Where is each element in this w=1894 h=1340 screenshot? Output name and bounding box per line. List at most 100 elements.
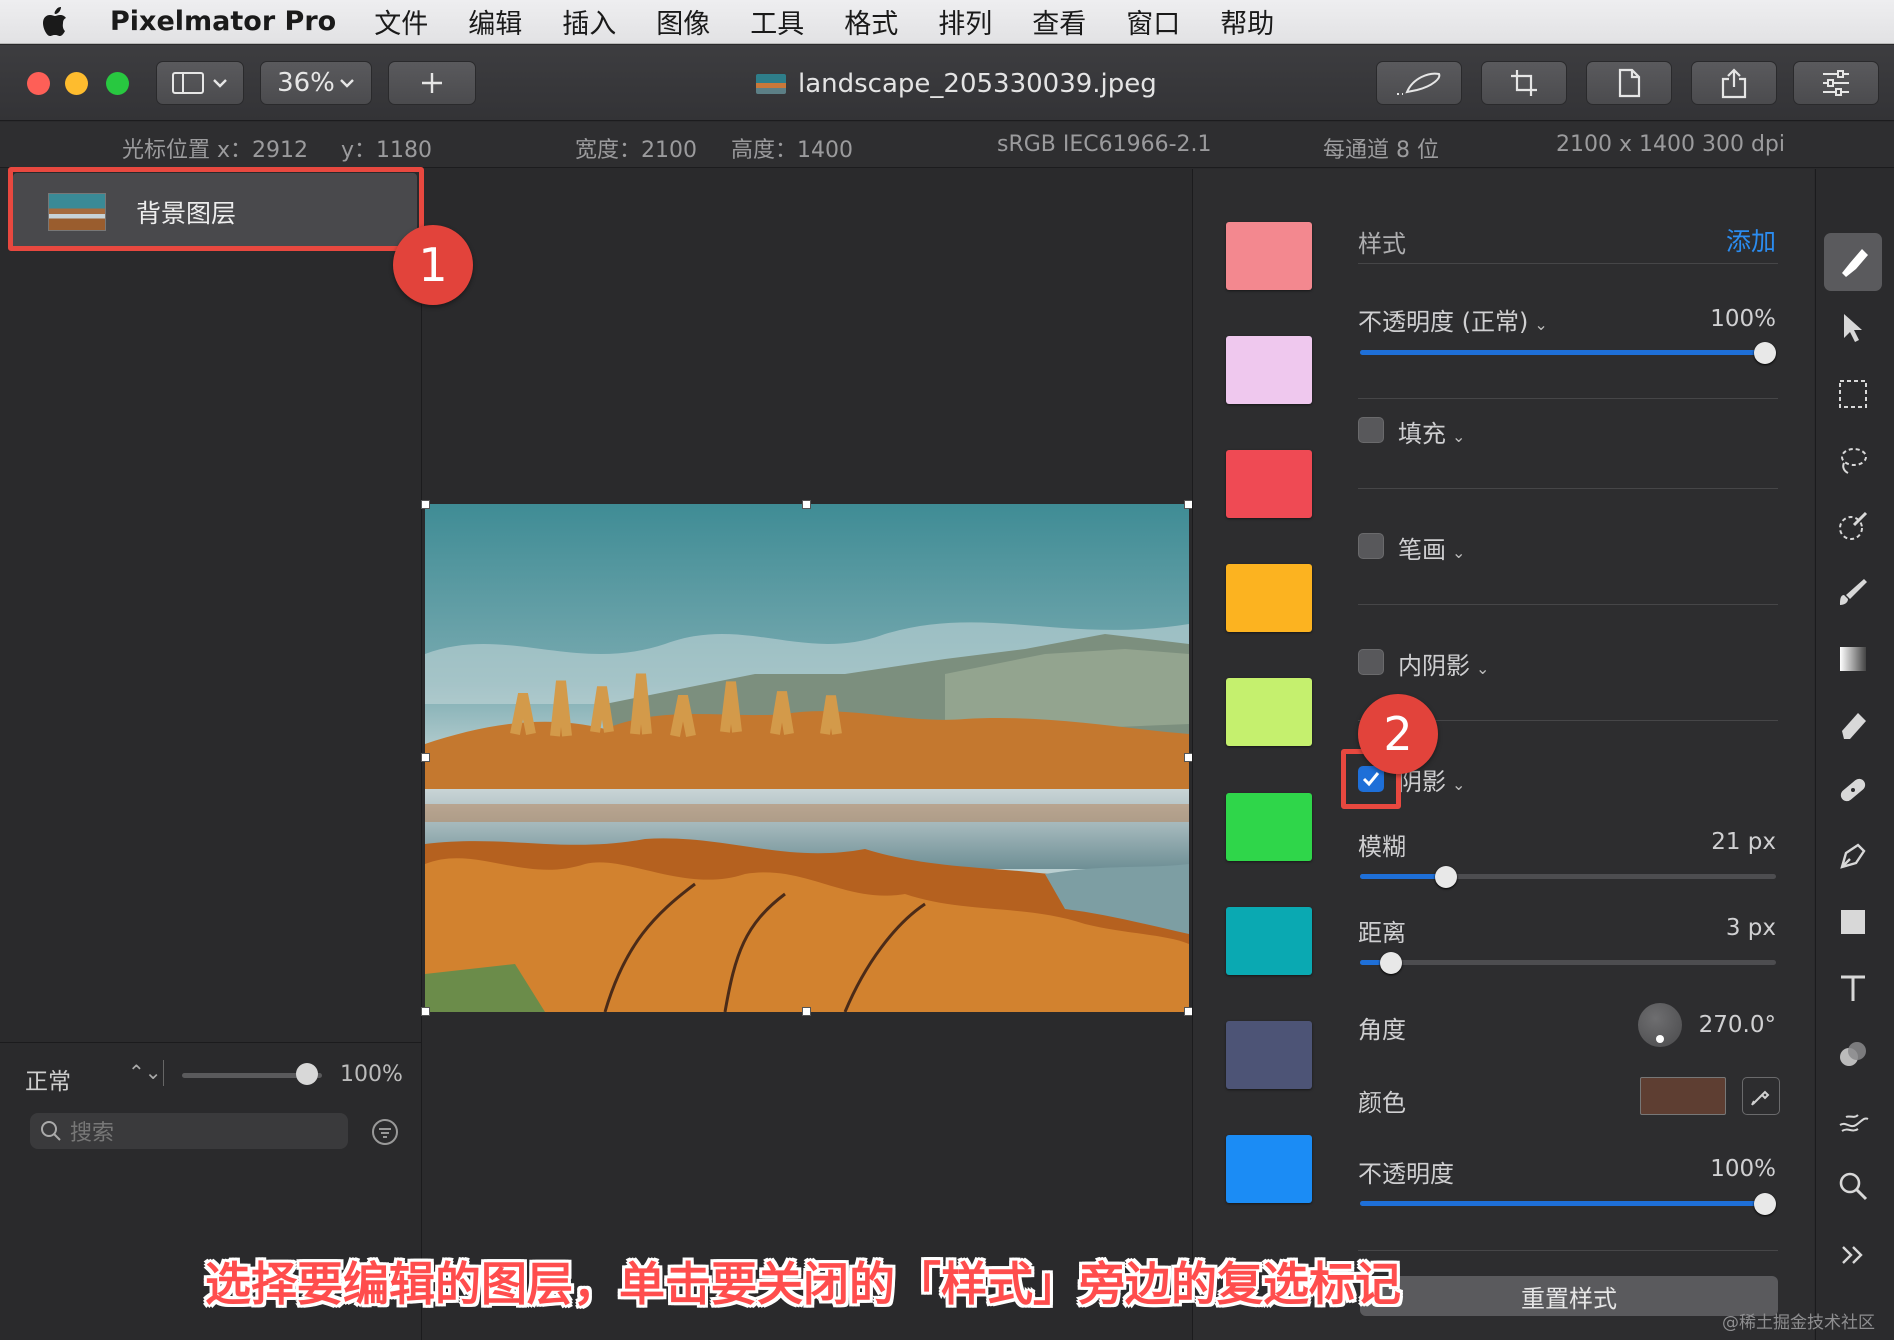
add-style-button[interactable]: 添加	[1726, 222, 1776, 258]
resize-handle[interactable]	[421, 753, 430, 762]
retouch-tool[interactable]	[1824, 761, 1882, 819]
style-tool[interactable]	[1824, 233, 1882, 291]
fill-dropdown[interactable]: 填充 ⌄	[1398, 414, 1465, 449]
shadow-color-well[interactable]	[1640, 1077, 1726, 1115]
opacity-slider-knob[interactable]	[1754, 342, 1776, 364]
menu-image[interactable]: 图像	[656, 2, 710, 41]
annotation-badge-2: 2	[1358, 694, 1438, 774]
image-dimensions: 2100 x 1400 300 dpi	[1556, 132, 1786, 157]
distance-label: 距离	[1358, 919, 1406, 947]
color-adjust-tool[interactable]	[1824, 1025, 1882, 1083]
zoom-tool[interactable]	[1824, 1157, 1882, 1215]
resize-handle[interactable]	[802, 1007, 811, 1016]
menu-edit[interactable]: 编辑	[468, 2, 522, 41]
eraser-icon	[1842, 713, 1866, 739]
gradient-icon	[1840, 647, 1866, 671]
more-tools-button[interactable]	[1824, 1226, 1882, 1284]
opacity-value: 100%	[1710, 306, 1776, 332]
opacity-mode-dropdown[interactable]: 不透明度 (正常) ⌄	[1358, 302, 1548, 337]
shadow-opacity-slider-knob[interactable]	[1754, 1193, 1776, 1215]
apple-logo-icon[interactable]	[0, 6, 110, 37]
shape-tool[interactable]	[1824, 893, 1882, 951]
menu-format[interactable]: 格式	[844, 2, 898, 41]
minimize-window-button[interactable]	[65, 72, 88, 95]
rectangle-select-tool[interactable]	[1824, 365, 1882, 423]
zoom-window-button[interactable]	[106, 72, 129, 95]
divider	[1358, 1250, 1778, 1251]
chevron-down-icon	[213, 79, 227, 88]
eyedropper-icon	[1751, 1090, 1770, 1106]
layer-search-field[interactable]: 搜索	[30, 1113, 348, 1149]
style-preset-swatch[interactable]	[1226, 450, 1312, 518]
menu-window[interactable]: 窗口	[1126, 2, 1180, 41]
chevron-down-icon: ⌄	[1452, 427, 1466, 446]
sidebar-toggle-button[interactable]	[156, 61, 244, 105]
fill-checkbox[interactable]	[1358, 417, 1384, 443]
double-chevron-right-icon	[1842, 1246, 1863, 1264]
blur-slider-knob[interactable]	[1435, 866, 1457, 888]
type-tool[interactable]	[1824, 959, 1882, 1017]
angle-dial-indicator	[1656, 1035, 1664, 1043]
markup-button[interactable]	[1376, 61, 1462, 105]
annotation-badge-1: 1	[393, 225, 473, 305]
stroke-checkbox[interactable]	[1358, 533, 1384, 559]
slider-fill	[1360, 1201, 1776, 1206]
menu-view[interactable]: 查看	[1032, 2, 1086, 41]
resize-handle[interactable]	[421, 500, 430, 509]
eyedropper-button[interactable]	[1742, 1077, 1780, 1115]
style-preset-swatch[interactable]	[1226, 1135, 1312, 1203]
erase-tool[interactable]	[1824, 695, 1882, 753]
style-preset-swatch[interactable]	[1226, 564, 1312, 632]
slider-fill	[1360, 960, 1381, 965]
lasso-tool[interactable]	[1824, 431, 1882, 489]
resize-handle[interactable]	[421, 1007, 430, 1016]
gradient-tool[interactable]	[1824, 629, 1882, 687]
landscape-image[interactable]	[425, 504, 1189, 1012]
pen-nib-icon	[1840, 843, 1866, 869]
divider	[163, 1060, 164, 1086]
quick-select-tool[interactable]	[1824, 497, 1882, 555]
style-preset-swatch[interactable]	[1226, 793, 1312, 861]
style-preset-swatch[interactable]	[1226, 678, 1312, 746]
style-preset-swatch[interactable]	[1226, 1021, 1312, 1089]
style-preset-swatch[interactable]	[1226, 336, 1312, 404]
angle-value: 270.0°	[1698, 1012, 1776, 1038]
document-icon	[1618, 68, 1641, 98]
share-button[interactable]	[1691, 61, 1777, 105]
chevron-down-icon	[340, 79, 354, 88]
arrange-tool[interactable]	[1824, 299, 1882, 357]
distort-tool[interactable]	[1824, 1091, 1882, 1149]
divider	[1358, 263, 1778, 264]
zoom-dropdown[interactable]: 36%	[260, 61, 372, 105]
style-preset-swatch[interactable]	[1226, 222, 1312, 290]
style-preset-swatch[interactable]	[1226, 907, 1312, 975]
menu-insert[interactable]: 插入	[562, 2, 616, 41]
inner-shadow-checkbox[interactable]	[1358, 649, 1384, 675]
reset-styles-button[interactable]: 重置样式	[1360, 1276, 1778, 1316]
menu-help[interactable]: 帮助	[1220, 2, 1274, 41]
distance-slider-knob[interactable]	[1380, 952, 1402, 974]
cursor-x-readout: 光标位置 x：2912	[122, 138, 309, 163]
stroke-dropdown[interactable]: 笔画 ⌄	[1398, 530, 1465, 565]
inner-shadow-dropdown[interactable]: 内阴影 ⌄	[1398, 646, 1489, 681]
blend-mode-select[interactable]: 正常	[25, 1062, 71, 1096]
paint-tool[interactable]	[1824, 563, 1882, 621]
filter-icon[interactable]	[371, 1118, 399, 1146]
adjustments-button[interactable]	[1793, 61, 1879, 105]
updown-chevron-icon[interactable]: ⌃⌄	[128, 1060, 162, 1084]
distance-slider[interactable]	[1360, 960, 1776, 965]
pen-tool[interactable]	[1824, 827, 1882, 885]
layer-opacity-knob[interactable]	[296, 1063, 318, 1085]
menu-tools[interactable]: 工具	[750, 2, 804, 41]
divider	[1358, 398, 1778, 399]
brush-icon	[1840, 579, 1867, 605]
add-button[interactable]	[388, 61, 476, 105]
app-menu[interactable]: Pixelmator Pro	[110, 6, 336, 37]
format-button[interactable]	[1586, 61, 1672, 105]
resize-handle[interactable]	[802, 500, 811, 509]
menu-file[interactable]: 文件	[374, 2, 428, 41]
crop-button[interactable]	[1481, 61, 1567, 105]
angle-dial[interactable]	[1638, 1003, 1682, 1047]
menu-arrange[interactable]: 排列	[938, 2, 992, 41]
close-window-button[interactable]	[27, 72, 50, 95]
